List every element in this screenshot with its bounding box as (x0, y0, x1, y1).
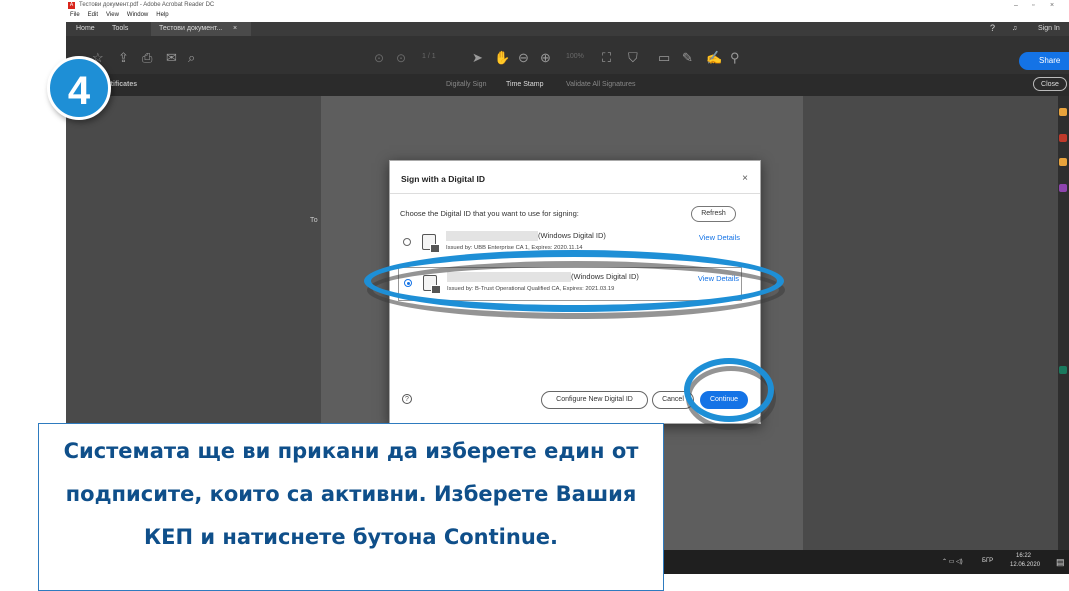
share-label: Share (1039, 56, 1061, 65)
sign-icon[interactable]: ✍ (706, 50, 722, 66)
search-icon[interactable]: ⌕ (188, 50, 195, 66)
menu-file[interactable]: File (70, 12, 80, 18)
digital-id-type: (Windows Digital ID) (538, 231, 606, 240)
share-link-icon[interactable]: ⚲ (730, 50, 740, 66)
bell-icon[interactable]: ♫ (1012, 25, 1017, 32)
rail-tool-icon[interactable] (1059, 134, 1067, 142)
time-stamp-button[interactable]: Time Stamp (506, 81, 543, 88)
rail-tool-icon[interactable] (1059, 108, 1067, 116)
configure-digital-id-button[interactable]: Configure New Digital ID (541, 391, 648, 409)
toolbar: ☆ ⇪ ⎙ ✉ ⌕ ⊙ ⊙ 1 / 1 ➤ ✋ ⊖ ⊕ 100% ⛶ ⛉ ▭ ✎… (66, 36, 1069, 74)
highlight-ring (364, 250, 784, 312)
window-title: Тестови документ.pdf - Adobe Acrobat Rea… (79, 2, 215, 8)
rail-tool-icon[interactable] (1059, 184, 1067, 192)
hand-icon[interactable]: ✋ (494, 50, 510, 66)
refresh-button[interactable]: Refresh (691, 206, 736, 222)
highlight-ring (684, 358, 774, 422)
rail-tool-icon[interactable] (1059, 158, 1067, 166)
menu-window[interactable]: Window (127, 12, 148, 18)
clock-time: 16:22 (1016, 553, 1032, 559)
print-icon[interactable]: ⎙ (142, 50, 152, 66)
step-number-badge: 4 (47, 56, 111, 120)
close-certificates-button[interactable]: Close (1033, 77, 1067, 91)
tab-document[interactable]: Тестови документ... × (151, 22, 251, 36)
certificate-icon (422, 234, 440, 253)
close-window-button[interactable]: × (1050, 2, 1054, 9)
maximize-button[interactable]: ▫ (1032, 2, 1034, 9)
title-bar: A Тестови документ.pdf - Adobe Acrobat R… (66, 0, 1069, 12)
tools-icon[interactable]: ⛉ (628, 50, 638, 66)
view-details-link[interactable]: View Details (699, 233, 740, 242)
tab-tools[interactable]: Tools (112, 25, 128, 32)
menu-view[interactable]: View (106, 12, 119, 18)
tray-icons[interactable]: ⌃ ▭ ◁) (942, 558, 963, 565)
page-text: То (310, 217, 318, 224)
tab-home[interactable]: Home (76, 25, 95, 32)
validate-signatures-button[interactable]: Validate All Signatures (566, 81, 636, 88)
close-icon[interactable]: × (742, 173, 748, 184)
help-icon[interactable]: ? (402, 394, 412, 404)
instruction-caption: Системата ще ви прикани да изберете един… (38, 423, 664, 591)
rail-tool-icon[interactable] (1059, 366, 1067, 374)
highlight-pen-icon[interactable]: ✎ (682, 50, 693, 66)
menu-help[interactable]: Help (156, 12, 168, 18)
menu-bar: File Edit View Window Help (66, 12, 1069, 22)
certificates-bar: Certificates Digitally Sign Time Stamp V… (66, 74, 1069, 96)
radio-button[interactable] (403, 238, 411, 246)
right-tools-rail (1058, 96, 1069, 550)
share-button[interactable]: Share (1019, 52, 1069, 70)
help-icon[interactable]: ? (990, 23, 995, 33)
clock-date: 12.06.2020 (1010, 562, 1041, 568)
mail-icon[interactable]: ✉ (166, 50, 177, 66)
page-indicator[interactable]: 1 / 1 (422, 53, 436, 60)
sign-in-link[interactable]: Sign In (1038, 25, 1060, 32)
dialog-divider (390, 193, 760, 194)
zoom-level[interactable]: 100% (566, 53, 584, 60)
pdf-icon: A (68, 2, 75, 9)
dialog-prompt: Choose the Digital ID that you want to u… (400, 209, 579, 218)
zoom-out-icon[interactable]: ⊖ (518, 50, 529, 66)
cursor-icon[interactable]: ➤ (472, 50, 483, 66)
language-indicator[interactable]: БГР (982, 558, 993, 564)
dialog-title: Sign with a Digital ID (401, 174, 486, 184)
zoom-in-icon[interactable]: ⊕ (540, 50, 551, 66)
notification-icon[interactable]: ▤ (1056, 557, 1065, 568)
tab-bar: Home Tools Тестови документ... × ? ♫ Sig… (66, 22, 1069, 36)
prev-page-icon[interactable]: ⊙ (374, 51, 384, 65)
windows-taskbar: ⌃ ▭ ◁) БГР 16:22 12.06.2020 ▤ (664, 550, 1069, 574)
redacted-name (446, 231, 538, 241)
next-page-icon[interactable]: ⊙ (396, 51, 406, 65)
menu-edit[interactable]: Edit (88, 12, 98, 18)
fit-page-icon[interactable]: ⛶ (602, 50, 611, 66)
minimize-button[interactable]: – (1014, 2, 1018, 9)
digitally-sign-button[interactable]: Digitally Sign (446, 81, 486, 88)
upload-icon[interactable]: ⇪ (118, 50, 129, 66)
tab-document-label: Тестови документ... (159, 25, 223, 32)
tab-close-icon[interactable]: × (233, 25, 237, 32)
comment-icon[interactable]: ▭ (658, 50, 670, 66)
